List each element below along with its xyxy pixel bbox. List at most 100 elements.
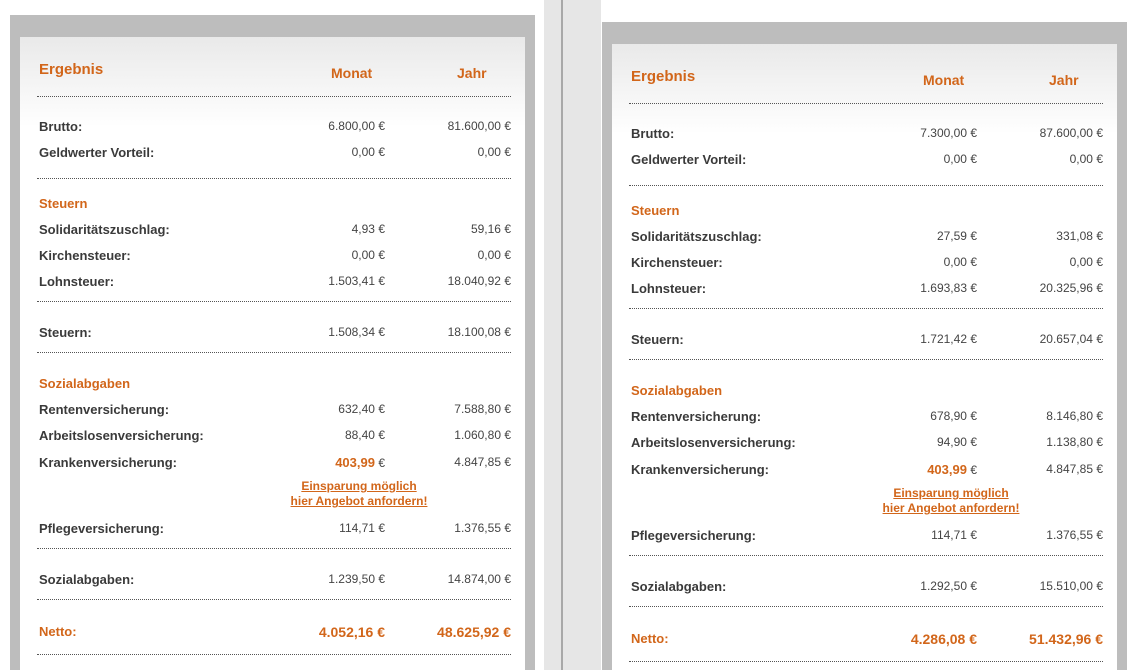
insurance-offer-link[interactable]: Einsparung möglich hier Angebot anforder… bbox=[259, 479, 459, 509]
month-value: 27,59 € bbox=[936, 229, 977, 243]
sozial-total-row: Sozialabgaben: 1.239,50 € 14.874,00 € bbox=[39, 572, 511, 590]
row-label: Krankenversicherung: bbox=[631, 462, 769, 477]
month-value: 403,99 € bbox=[927, 462, 977, 477]
row-label: Lohnsteuer: bbox=[631, 281, 707, 296]
year-value: 48.625,92 € bbox=[437, 624, 511, 640]
netto-row: Netto: 4.286,08 € 51.432,96 € bbox=[631, 631, 1103, 649]
row-label: Pflegeversicherung: bbox=[631, 528, 756, 543]
row-divider bbox=[629, 103, 1103, 104]
row-label: Lohnsteuer: bbox=[39, 274, 115, 289]
row-label: Arbeitslosenversicherung: bbox=[39, 428, 204, 443]
steuern-total-row: Steuern: 1.508,34 € 18.100,08 € bbox=[39, 325, 511, 343]
row-divider bbox=[37, 301, 511, 302]
arbeit-row: Arbeitslosenversicherung: 94,90 € 1.138,… bbox=[631, 435, 1103, 453]
month-value: 1.693,83 € bbox=[920, 281, 977, 295]
row-divider bbox=[37, 654, 511, 655]
year-value: 331,08 € bbox=[1056, 229, 1103, 243]
row-label: Krankenversicherung: bbox=[39, 455, 177, 470]
month-value: 4,93 € bbox=[351, 222, 385, 236]
row-label: Brutto: bbox=[39, 119, 83, 134]
brutto-row: Brutto: 7.300,00 € 87.600,00 € bbox=[631, 126, 1103, 144]
background-strip bbox=[563, 0, 601, 670]
link-line-2[interactable]: hier Angebot anfordern! bbox=[851, 501, 1051, 516]
section-heading-sozialabgaben: Sozialabgaben bbox=[631, 383, 723, 398]
arbeit-row: Arbeitslosenversicherung: 88,40 € 1.060,… bbox=[39, 428, 511, 446]
panel-title: Ergebnis bbox=[39, 61, 104, 78]
result-frame-left: Ergebnis Monat Jahr Brutto: 6.800,00 € 8… bbox=[10, 15, 535, 670]
result-frame-right: Ergebnis Monat Jahr Brutto: 7.300,00 € 8… bbox=[602, 22, 1127, 670]
column-header-year: Jahr bbox=[1049, 72, 1079, 88]
result-panel: Ergebnis Monat Jahr Brutto: 6.800,00 € 8… bbox=[20, 37, 525, 670]
year-value: 4.847,85 € bbox=[454, 455, 511, 469]
year-value: 20.657,04 € bbox=[1039, 332, 1103, 346]
month-value: 1.292,50 € bbox=[920, 579, 977, 593]
section-heading-sozialabgaben: Sozialabgaben bbox=[39, 376, 131, 391]
month-value: 114,71 € bbox=[339, 521, 385, 535]
row-label: Solidaritätszuschlag: bbox=[631, 229, 762, 244]
currency-unit: € bbox=[378, 456, 385, 470]
rente-row: Rentenversicherung: 632,40 € 7.588,80 € bbox=[39, 402, 511, 420]
year-value: 7.588,80 € bbox=[454, 402, 511, 416]
row-label: Sozialabgaben: bbox=[39, 572, 135, 587]
month-value: 1.508,34 € bbox=[328, 325, 385, 339]
month-value: 678,90 € bbox=[930, 409, 977, 423]
month-value: 0,00 € bbox=[351, 248, 385, 262]
link-line-1[interactable]: Einsparung möglich bbox=[259, 479, 459, 494]
vorteil-row: Geldwerter Vorteil: 0,00 € 0,00 € bbox=[631, 152, 1103, 170]
year-value: 15.510,00 € bbox=[1039, 579, 1103, 593]
row-divider bbox=[37, 352, 511, 353]
year-value: 14.874,00 € bbox=[447, 572, 511, 586]
year-value: 4.847,85 € bbox=[1046, 462, 1103, 476]
row-divider bbox=[629, 359, 1103, 360]
lohn-row: Lohnsteuer: 1.503,41 € 18.040,92 € bbox=[39, 274, 511, 292]
year-value: 8.146,80 € bbox=[1046, 409, 1103, 423]
link-line-1[interactable]: Einsparung möglich bbox=[851, 486, 1051, 501]
month-value: 6.800,00 € bbox=[328, 119, 385, 133]
month-value: 0,00 € bbox=[943, 255, 977, 269]
year-value: 87.600,00 € bbox=[1039, 126, 1103, 140]
kranken-month-amount: 403,99 bbox=[927, 462, 967, 477]
row-label: Arbeitslosenversicherung: bbox=[631, 435, 796, 450]
link-line-2[interactable]: hier Angebot anfordern! bbox=[259, 494, 459, 509]
row-label: Geldwerter Vorteil: bbox=[631, 152, 747, 167]
lohn-row: Lohnsteuer: 1.693,83 € 20.325,96 € bbox=[631, 281, 1103, 299]
pflege-row: Pflegeversicherung: 114,71 € 1.376,55 € bbox=[631, 528, 1103, 546]
year-value: 0,00 € bbox=[1069, 152, 1103, 166]
month-value: 1.503,41 € bbox=[328, 274, 385, 288]
year-value: 18.100,08 € bbox=[447, 325, 511, 339]
section-heading-steuern: Steuern bbox=[39, 196, 88, 211]
panel-title: Ergebnis bbox=[631, 68, 696, 85]
result-panel: Ergebnis Monat Jahr Brutto: 7.300,00 € 8… bbox=[612, 44, 1117, 670]
steuern-total-row: Steuern: 1.721,42 € 20.657,04 € bbox=[631, 332, 1103, 350]
row-label: Kirchensteuer: bbox=[631, 255, 723, 270]
screenshot-divider bbox=[561, 0, 563, 670]
brutto-row: Brutto: 6.800,00 € 81.600,00 € bbox=[39, 119, 511, 137]
year-value: 0,00 € bbox=[1069, 255, 1103, 269]
year-value: 1.138,80 € bbox=[1046, 435, 1103, 449]
soli-row: Solidaritätszuschlag: 27,59 € 331,08 € bbox=[631, 229, 1103, 247]
row-divider bbox=[629, 606, 1103, 607]
kranken-row: Krankenversicherung: 403,99 € 4.847,85 € bbox=[39, 455, 511, 473]
month-value: 7.300,00 € bbox=[920, 126, 977, 140]
row-label: Sozialabgaben: bbox=[631, 579, 727, 594]
month-value: 403,99 € bbox=[335, 455, 385, 470]
month-value: 114,71 € bbox=[931, 528, 977, 542]
row-divider bbox=[37, 548, 511, 549]
row-label: Brutto: bbox=[631, 126, 675, 141]
row-label: Pflegeversicherung: bbox=[39, 521, 164, 536]
row-label: Solidaritätszuschlag: bbox=[39, 222, 170, 237]
month-value: 4.052,16 € bbox=[318, 624, 385, 640]
currency-unit: € bbox=[970, 463, 977, 477]
row-divider bbox=[629, 555, 1103, 556]
section-heading-steuern: Steuern bbox=[631, 203, 680, 218]
row-label: Kirchensteuer: bbox=[39, 248, 131, 263]
insurance-offer-link[interactable]: Einsparung möglich hier Angebot anforder… bbox=[851, 486, 1051, 516]
year-value: 0,00 € bbox=[477, 145, 511, 159]
year-value: 1.376,55 € bbox=[1046, 528, 1103, 542]
pflege-row: Pflegeversicherung: 114,71 € 1.376,55 € bbox=[39, 521, 511, 539]
month-value: 1.239,50 € bbox=[328, 572, 385, 586]
row-label: Geldwerter Vorteil: bbox=[39, 145, 155, 160]
month-value: 632,40 € bbox=[338, 402, 385, 416]
row-label: Rentenversicherung: bbox=[631, 409, 762, 424]
year-value: 1.060,80 € bbox=[454, 428, 511, 442]
